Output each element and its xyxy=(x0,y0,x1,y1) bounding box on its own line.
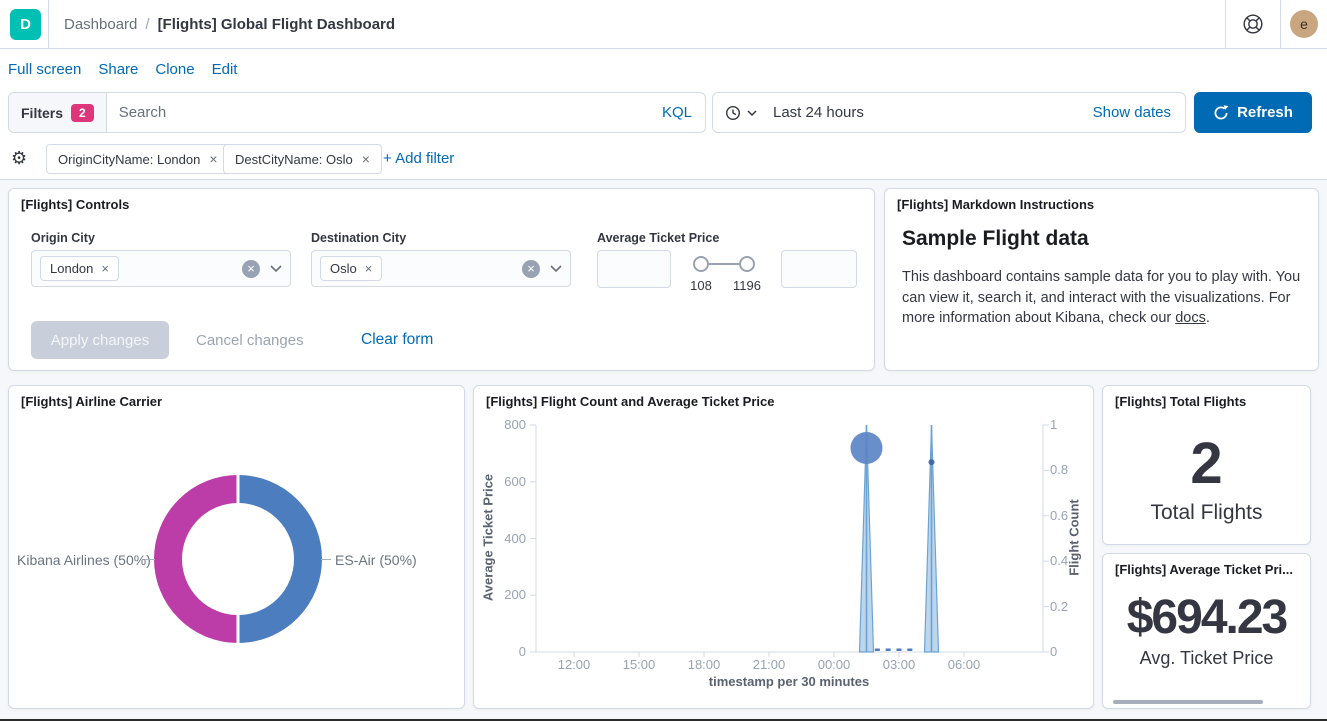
cancel-changes-button[interactable]: Cancel changes xyxy=(196,321,304,359)
destination-city-value: Oslo xyxy=(330,261,357,276)
filters-label: Filters xyxy=(21,105,63,121)
apply-changes-button[interactable]: Apply changes xyxy=(31,321,169,359)
search-input[interactable] xyxy=(107,93,662,132)
breadcrumb-current-page: [Flights] Global Flight Dashboard xyxy=(158,16,396,33)
flight-count-area-chart[interactable] xyxy=(474,386,1095,710)
origin-city-label: Origin City xyxy=(31,231,95,245)
panel-average-ticket-price: [Flights] Average Ticket Pri... $694.23 … xyxy=(1102,553,1311,709)
time-picker: Last 24 hours Show dates xyxy=(712,92,1186,133)
filter-pill-origin-city[interactable]: OriginCityName: London × xyxy=(46,144,230,174)
remove-filter-icon[interactable]: × xyxy=(362,151,370,167)
markdown-text: . xyxy=(1206,310,1210,326)
price-max-value: 1196 xyxy=(725,278,769,293)
avg-ticket-price-point[interactable] xyxy=(929,459,935,465)
airline-donut-chart xyxy=(9,386,466,710)
help-menu-button[interactable] xyxy=(1225,0,1280,48)
docs-link[interactable]: docs xyxy=(1175,310,1206,326)
header-actions: e xyxy=(1225,0,1327,48)
time-range-value[interactable]: Last 24 hours xyxy=(769,104,864,121)
filter-options-gear-icon[interactable]: ⚙ xyxy=(11,148,27,169)
life-ring-icon xyxy=(1242,13,1264,35)
filter-pill-dest-city[interactable]: DestCityName: Oslo × xyxy=(223,144,382,174)
full-screen-link[interactable]: Full screen xyxy=(8,61,81,78)
app-header: D Dashboard / [Flights] Global Flight Da… xyxy=(0,0,1327,49)
panel-title: [Flights] Controls xyxy=(21,197,129,212)
panel-scrollbar[interactable] xyxy=(1113,700,1263,704)
clear-origin-selection-icon[interactable]: × xyxy=(242,260,260,278)
remove-destination-icon[interactable]: × xyxy=(365,261,373,276)
markdown-text: This dashboard contains sample data for … xyxy=(902,269,1300,326)
price-max-input[interactable] xyxy=(781,250,857,288)
clock-icon xyxy=(725,105,741,121)
add-filter-button[interactable]: + Add filter xyxy=(383,150,454,167)
destination-city-selected-pill[interactable]: Oslo × xyxy=(320,256,382,281)
clear-destination-selection-icon[interactable]: × xyxy=(522,260,540,278)
price-min-value: 108 xyxy=(679,278,723,293)
dashboard-nav: Full screen Share Clone Edit xyxy=(8,52,237,86)
price-min-input[interactable] xyxy=(597,250,671,288)
time-quick-select-button[interactable] xyxy=(713,105,769,121)
avg-ticket-price-value: $694.23 xyxy=(1103,590,1310,645)
user-avatar[interactable]: e xyxy=(1290,10,1318,38)
refresh-label: Refresh xyxy=(1237,104,1293,121)
panel-title: [Flights] Average Ticket Pri... xyxy=(1115,562,1293,577)
donut-label-kibana-airlines: Kibana Airlines (50%) xyxy=(17,552,143,568)
filter-pill-label: DestCityName: Oslo xyxy=(235,152,353,167)
destination-city-combobox[interactable]: Oslo × × xyxy=(311,250,571,287)
header-divider xyxy=(48,0,49,48)
origin-city-combobox[interactable]: London × × xyxy=(31,250,291,287)
breadcrumb: Dashboard / [Flights] Global Flight Dash… xyxy=(64,0,395,48)
donut-label-connector xyxy=(145,559,155,560)
origin-combobox-caret[interactable] xyxy=(270,265,282,272)
breadcrumb-separator: / xyxy=(145,16,149,33)
query-bar: Filters 2 KQL xyxy=(8,92,706,133)
donut-label-es-air: ES-Air (50%) xyxy=(335,552,417,568)
destination-combobox-caret[interactable] xyxy=(550,265,562,272)
clear-form-button[interactable]: Clear form xyxy=(361,321,433,359)
refresh-button[interactable]: Refresh xyxy=(1194,92,1312,133)
edit-link[interactable]: Edit xyxy=(212,61,238,78)
remove-origin-icon[interactable]: × xyxy=(101,261,109,276)
panel-flights-controls: [Flights] Controls Origin City London × … xyxy=(8,188,875,371)
markdown-body: This dashboard contains sample data for … xyxy=(902,267,1309,329)
breadcrumb-dashboard[interactable]: Dashboard xyxy=(64,16,137,33)
total-flights-label: Total Flights xyxy=(1103,501,1310,525)
elastic-logo[interactable]: D xyxy=(10,9,41,40)
price-range-slider-handle-max[interactable] xyxy=(739,256,755,272)
kibana-dashboard: { "header": { "logo_letter": "D", "bread… xyxy=(0,0,1327,721)
show-dates-button[interactable]: Show dates xyxy=(1093,104,1185,121)
panel-total-flights: [Flights] Total Flights 2 Total Flights xyxy=(1102,385,1311,545)
remove-filter-icon[interactable]: × xyxy=(209,151,217,167)
origin-city-value: London xyxy=(50,261,93,276)
chevron-down-icon xyxy=(270,265,282,272)
panel-flight-count-avg-price: [Flights] Flight Count and Average Ticke… xyxy=(473,385,1094,709)
price-range-slider-handle-min[interactable] xyxy=(693,256,709,272)
chevron-down-icon xyxy=(550,265,562,272)
filters-menu-button[interactable]: Filters 2 xyxy=(9,93,107,132)
panel-airline-carrier: [Flights] Airline Carrier Kibana Airline… xyxy=(8,385,465,709)
filter-pill-label: OriginCityName: London xyxy=(58,152,200,167)
panel-title: [Flights] Markdown Instructions xyxy=(897,197,1094,212)
origin-city-selected-pill[interactable]: London × xyxy=(40,256,119,281)
user-menu: e xyxy=(1280,0,1327,48)
donut-slice-kibana-airlines[interactable] xyxy=(168,489,238,629)
refresh-icon xyxy=(1213,105,1229,121)
total-flights-value: 2 xyxy=(1103,430,1310,497)
avg-ticket-price-label: Avg. Ticket Price xyxy=(1103,648,1310,669)
clone-link[interactable]: Clone xyxy=(155,61,194,78)
panel-title: [Flights] Total Flights xyxy=(1115,394,1246,409)
chevron-down-icon xyxy=(747,110,757,116)
avg-ticket-price-label: Average Ticket Price xyxy=(597,231,719,245)
panel-markdown-instructions: [Flights] Markdown Instructions Sample F… xyxy=(884,188,1319,371)
donut-label-connector xyxy=(321,559,331,560)
destination-city-label: Destination City xyxy=(311,231,406,245)
top-chrome: D Dashboard / [Flights] Global Flight Da… xyxy=(0,0,1327,180)
share-link[interactable]: Share xyxy=(98,61,138,78)
filters-count-badge: 2 xyxy=(71,104,94,122)
markdown-heading: Sample Flight data xyxy=(902,227,1089,251)
donut-slice-es-air[interactable] xyxy=(238,489,308,629)
avg-ticket-price-point[interactable] xyxy=(851,432,883,464)
kql-language-button[interactable]: KQL xyxy=(662,93,705,132)
